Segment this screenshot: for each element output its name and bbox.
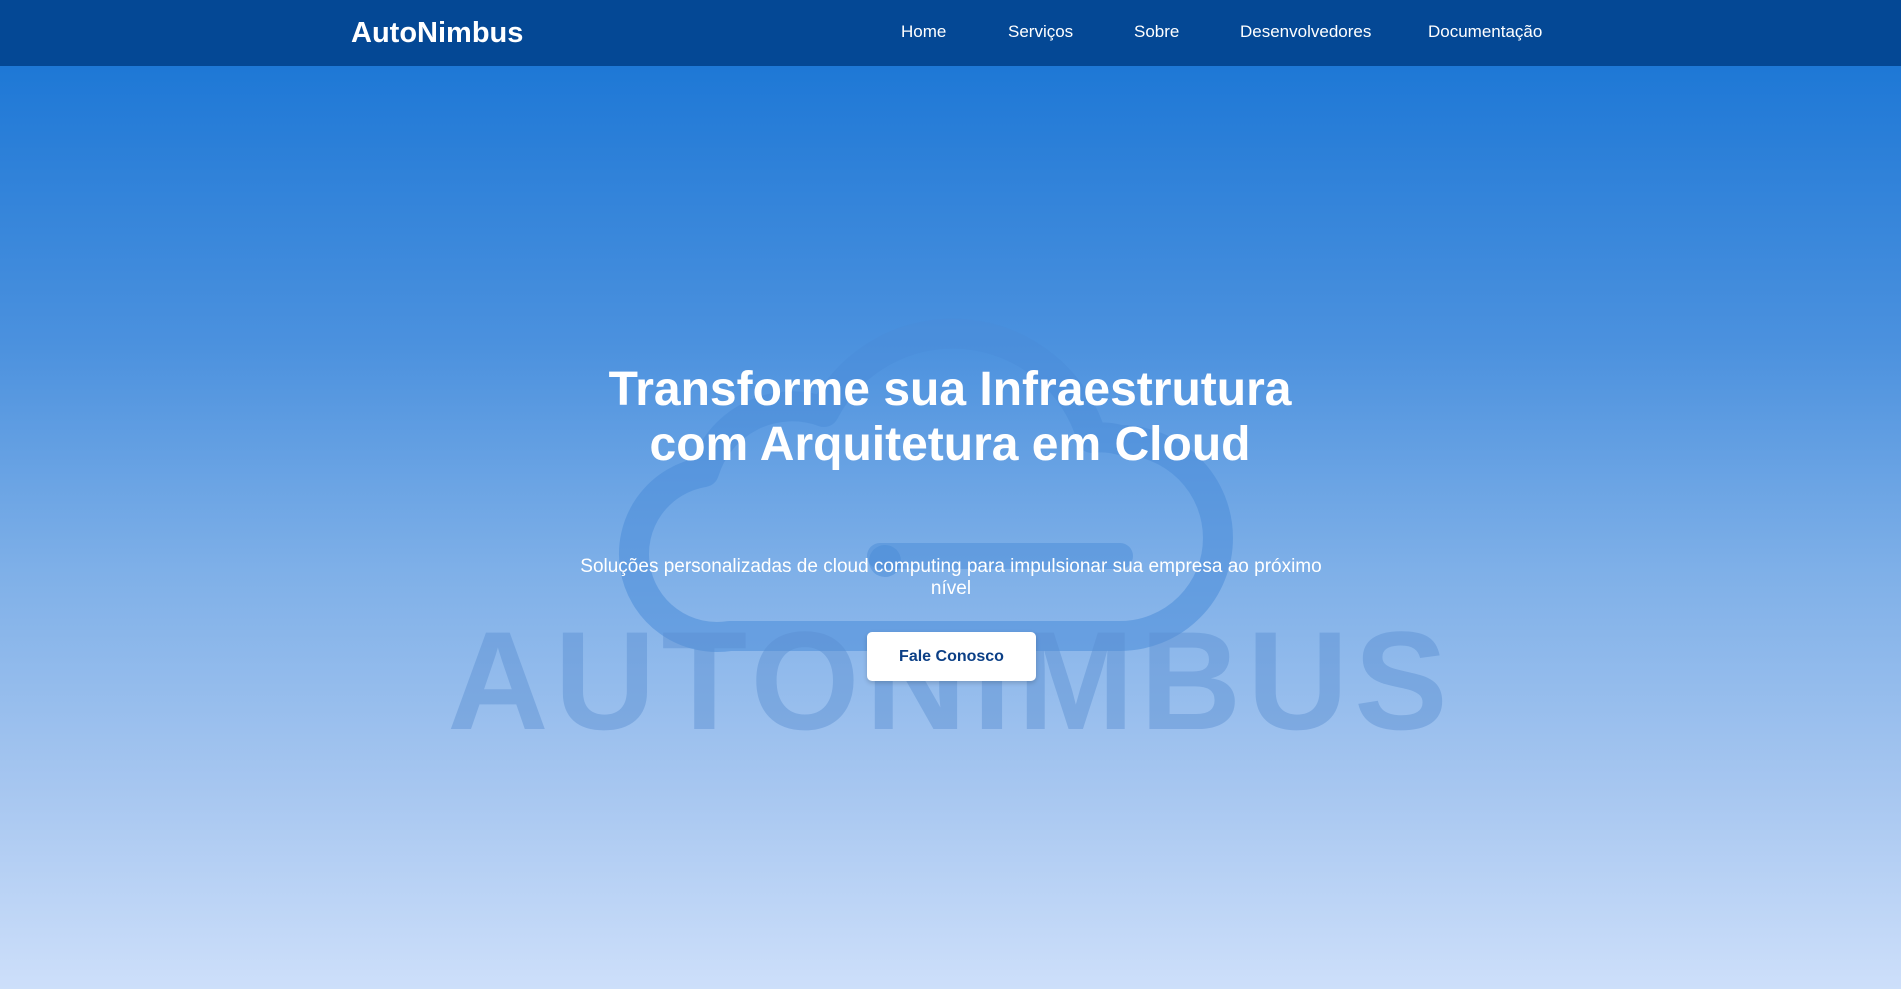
nav-link-servicos[interactable]: Serviços bbox=[1008, 22, 1073, 42]
nav-link-documentacao[interactable]: Documentação bbox=[1428, 22, 1542, 42]
brand-watermark: AUTONIMBUS bbox=[0, 606, 1901, 756]
contact-button[interactable]: Fale Conosco bbox=[867, 632, 1036, 681]
brand-logo-text[interactable]: AutoNimbus bbox=[351, 16, 523, 50]
navbar: AutoNimbus Home Serviços Sobre Desenvolv… bbox=[0, 0, 1901, 66]
hero-title-line-2: com Arquitetura em Cloud bbox=[649, 418, 1251, 471]
hero-subtitle: Soluções personalizadas de cloud computi… bbox=[580, 556, 1322, 599]
hero-title-line-1: Transforme sua Infraestrutura bbox=[608, 363, 1292, 416]
nav-link-desenvolvedores[interactable]: Desenvolvedores bbox=[1240, 22, 1371, 42]
nav-link-sobre[interactable]: Sobre bbox=[1134, 22, 1179, 42]
hero-title: Transforme sua Infraestrutura com Arquit… bbox=[550, 362, 1350, 472]
hero-section: AUTONIMBUS bbox=[0, 66, 1901, 989]
nav-link-home[interactable]: Home bbox=[901, 22, 946, 42]
